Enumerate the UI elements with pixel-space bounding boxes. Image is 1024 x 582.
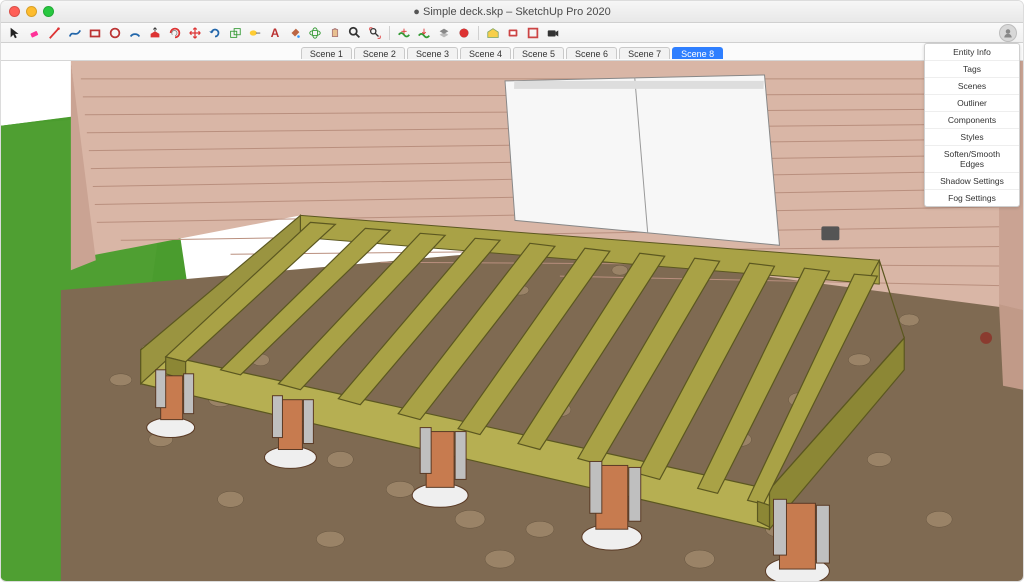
maximize-window-button[interactable] [43,6,54,17]
line-tool[interactable] [47,25,63,41]
titlebar: ● Simple deck.skp – SketchUp Pro 2020 [1,1,1023,23]
tray-item-styles[interactable]: Styles [925,129,1019,146]
scene-tab[interactable]: Scene 6 [566,47,617,59]
rectangle-tool[interactable] [87,25,103,41]
close-window-button[interactable] [9,6,20,17]
push-pull-tool[interactable] [147,25,163,41]
select-tool[interactable] [7,25,23,41]
tray-item-tags[interactable]: Tags [925,61,1019,78]
tray-item-scenes[interactable]: Scenes [925,78,1019,95]
text-tool[interactable]: A [267,25,283,41]
warehouse-button[interactable] [485,25,501,41]
tape-measure-tool[interactable] [247,25,263,41]
pan-tool[interactable] [327,25,343,41]
sandbox-drape-tool[interactable] [416,25,432,41]
tray-item-outliner[interactable]: Outliner [925,95,1019,112]
minimize-window-button[interactable] [26,6,37,17]
tray-item-entity-info[interactable]: Entity Info [925,44,1019,61]
arc-tool[interactable] [127,25,143,41]
zoom-extents-tool[interactable] [367,25,383,41]
color-pick-tool[interactable] [456,25,472,41]
scene-tab[interactable]: Scene 3 [407,47,458,59]
advanced-camera-button[interactable] [545,25,561,41]
freehand-tool[interactable] [67,25,83,41]
scene-tab[interactable]: Scene 1 [301,47,352,59]
user-account-button[interactable] [999,24,1017,42]
toolbar-separator [389,26,390,40]
extension-warehouse-button[interactable] [505,25,521,41]
scene-tab[interactable]: Scene 2 [354,47,405,59]
tray-item-soften-smooth[interactable]: Soften/Smooth Edges [925,146,1019,173]
move-tool[interactable] [187,25,203,41]
sandbox-add-tool[interactable] [396,25,412,41]
tray-item-shadow-settings[interactable]: Shadow Settings [925,173,1019,190]
scene-tab[interactable]: Scene 4 [460,47,511,59]
scene-tab[interactable]: Scene 8 [672,47,723,59]
orbit-tool[interactable] [307,25,323,41]
main-toolbar: A [1,23,1023,43]
scale-tool[interactable] [227,25,243,41]
window-controls [9,6,54,17]
scene-tab[interactable]: Scene 5 [513,47,564,59]
scene-tabs: Scene 1 Scene 2 Scene 3 Scene 4 Scene 5 … [1,43,1023,61]
offset-tool[interactable] [167,25,183,41]
tray-item-fog-settings[interactable]: Fog Settings [925,190,1019,206]
outer-shell-tool[interactable] [436,25,452,41]
layout-button[interactable] [525,25,541,41]
scene-tab[interactable]: Scene 7 [619,47,670,59]
circle-tool[interactable] [107,25,123,41]
zoom-tool[interactable] [347,25,363,41]
eraser-tool[interactable] [27,25,43,41]
model-viewport[interactable] [1,61,1023,581]
app-window: ● Simple deck.skp – SketchUp Pro 2020 A [0,0,1024,582]
toolbar-separator [478,26,479,40]
paint-bucket-tool[interactable] [287,25,303,41]
tray-item-components[interactable]: Components [925,112,1019,129]
window-title: ● Simple deck.skp – SketchUp Pro 2020 [413,6,610,18]
rotate-tool[interactable] [207,25,223,41]
default-tray: Entity Info Tags Scenes Outliner Compone… [924,43,1020,207]
